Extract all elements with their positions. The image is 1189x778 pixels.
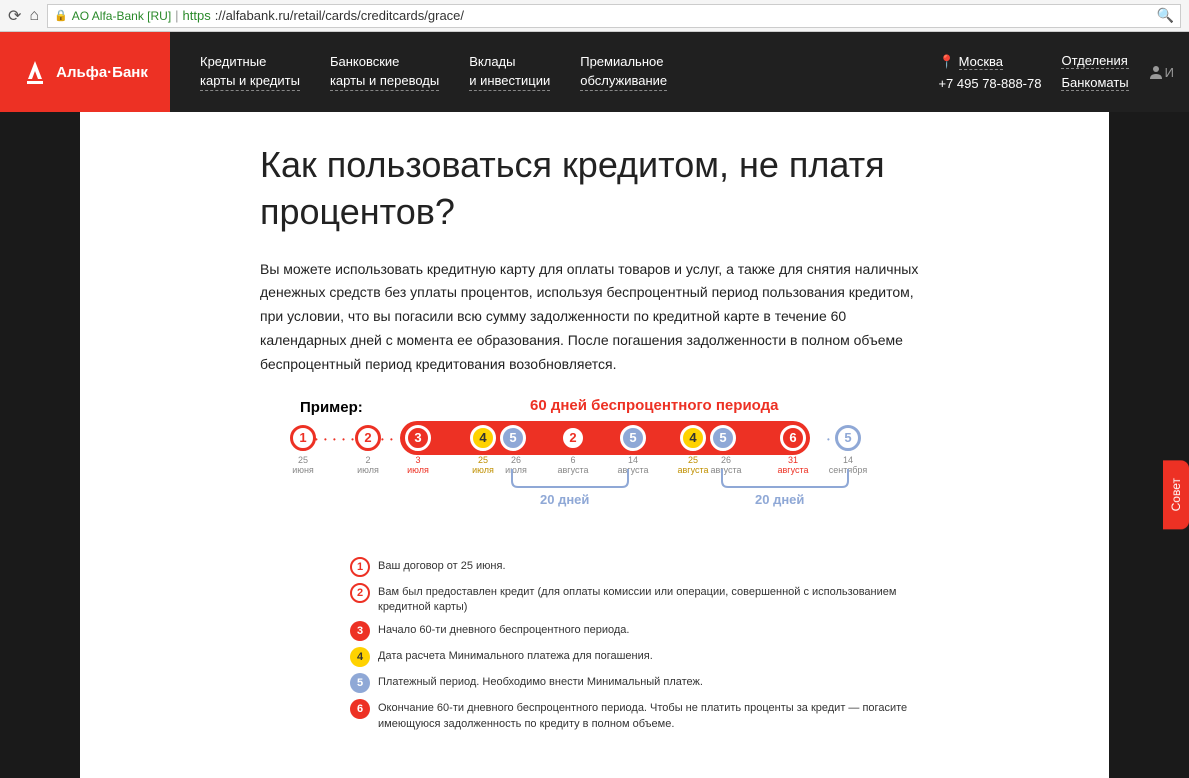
twenty-days-label: 20 дней [755,492,804,507]
branches-link[interactable]: Отделения [1061,53,1128,69]
nav-credit-cards[interactable]: Кредитные карты и кредиты [200,53,300,90]
logo-text: Альфа·Банк [56,64,148,81]
browser-toolbar: ⟳ ⌂ 🔒 AO Alfa-Bank [RU] | https ://alfab… [0,0,1189,32]
date-label: 3июля [398,455,438,477]
page-title: Как пользоваться кредитом, не платя проц… [260,142,929,236]
main-nav: Кредитные карты и кредиты Банковские кар… [170,32,938,112]
date-label: 25июня [283,455,323,477]
timeline-node-5c: 5 [710,425,736,451]
sixty-days-label: 60 дней беспроцентного периода [530,397,779,414]
atms-link[interactable]: Банкоматы [1061,75,1128,91]
diagram-legend: 1Ваш договор от 25 июня. 2Вам был предос… [350,557,929,733]
legend-item-5: 5Платежный период. Необходимо внести Мин… [350,673,929,693]
advice-tab[interactable]: Совет [1163,460,1189,529]
grace-period-diagram: Пример: 60 дней беспроцентного периода •… [260,397,929,537]
timeline-node-5d: 5 [835,425,861,451]
home-icon[interactable]: ⌂ [29,7,39,25]
red-timeline-band [400,421,810,455]
example-label: Пример: [300,399,363,416]
url-path: ://alfabank.ru/retail/cards/creditcards/… [215,8,464,23]
timeline-node-5: 5 [500,425,526,451]
timeline-node-6: 6 [780,425,806,451]
legend-item-6: 6Окончание 60-ти дневного беспроцентного… [350,699,929,732]
timeline-node-3: 3 [405,425,431,451]
twenty-days-label: 20 дней [540,492,589,507]
nav-deposits[interactable]: Вклады и инвестиции [469,53,550,90]
legend-item-2: 2Вам был предоставлен кредит (для оплаты… [350,583,929,616]
logo[interactable]: Альфа·Банк [0,32,170,112]
timeline-node-5b: 5 [620,425,646,451]
url-protocol: https [183,8,211,23]
timeline-node-4: 4 [470,425,496,451]
main-content: Как пользоваться кредитом, не платя проц… [80,112,1109,778]
timeline-dots: • • • • • [315,435,356,444]
timeline-node-2: 2 [355,425,381,451]
nav-bank-cards[interactable]: Банковские карты и переводы [330,53,439,90]
phone-number: +7 495 78-888-78 [938,76,1041,91]
intro-paragraph: Вы можете использовать кредитную карту д… [260,258,929,377]
page-body: Альфа·Банк Кредитные карты и кредиты Бан… [0,32,1189,778]
logo-icon [22,59,48,85]
timeline-node-1: 1 [290,425,316,451]
person-icon [1149,65,1163,79]
legend-item-1: 1Ваш договор от 25 июня. [350,557,929,577]
header-right: 📍 Москва +7 495 78-888-78 Отделения Банк… [938,32,1189,112]
legend-item-4: 4Дата расчета Минимального платежа для п… [350,647,929,667]
nav-premium[interactable]: Премиальное обслуживание [580,53,667,90]
search-in-page-icon[interactable]: 🔍 [1157,7,1174,24]
reload-icon[interactable]: ⟳ [8,6,21,26]
date-label: 2июля [348,455,388,477]
legend-item-3: 3Начало 60-ти дневного беспроцентного пе… [350,621,929,641]
tls-org: AO Alfa-Bank [RU] [72,9,171,23]
timeline-node-4b: 4 [680,425,706,451]
timeline-node-2b: 2 [560,425,586,451]
site-header: Альфа·Банк Кредитные карты и кредиты Бан… [0,32,1189,112]
user-icon[interactable]: И [1149,65,1174,80]
lock-icon: 🔒 [54,9,68,22]
address-bar[interactable]: 🔒 AO Alfa-Bank [RU] | https ://alfabank.… [47,4,1181,28]
map-pin-icon: 📍 [938,54,954,70]
city-selector[interactable]: 📍 Москва [938,54,1041,70]
